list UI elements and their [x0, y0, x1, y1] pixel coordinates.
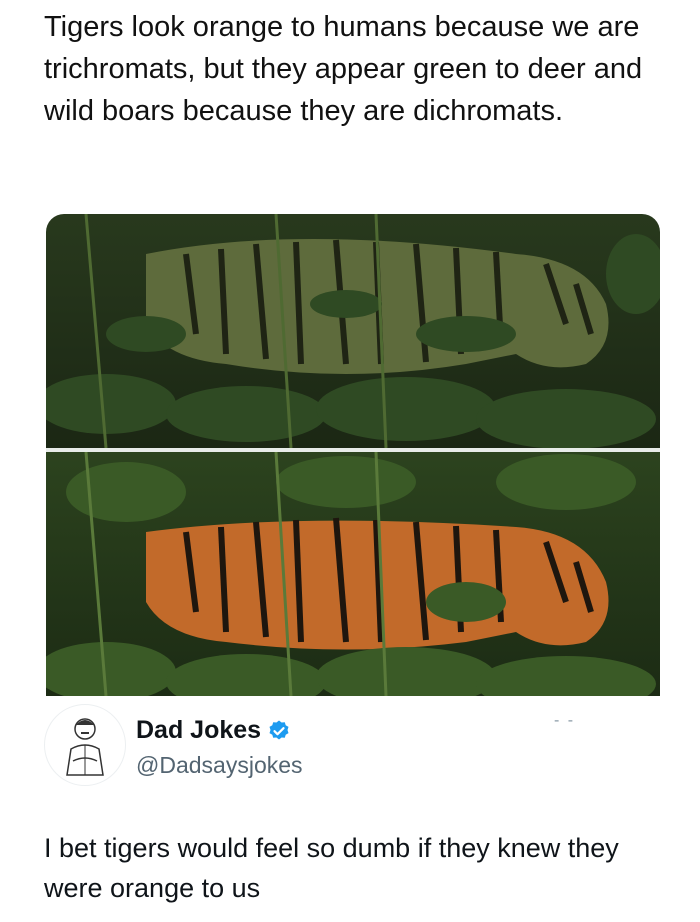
verified-badge-icon	[267, 719, 291, 743]
tiger-trichromat-image	[46, 452, 660, 696]
user-handle[interactable]: @Dadsaysjokes	[136, 752, 303, 779]
more-options-icon[interactable]: - -	[554, 712, 575, 730]
caption-text: Tigers look orange to humans because we …	[44, 11, 643, 127]
tweet-author: Dad Jokes @Dadsaysjokes - -	[44, 704, 664, 794]
tweet-text: I bet tigers would feel so dumb if they …	[44, 833, 619, 903]
tiger-dichromat-image	[46, 214, 660, 448]
avatar[interactable]	[44, 704, 126, 786]
display-name[interactable]: Dad Jokes	[136, 716, 261, 745]
